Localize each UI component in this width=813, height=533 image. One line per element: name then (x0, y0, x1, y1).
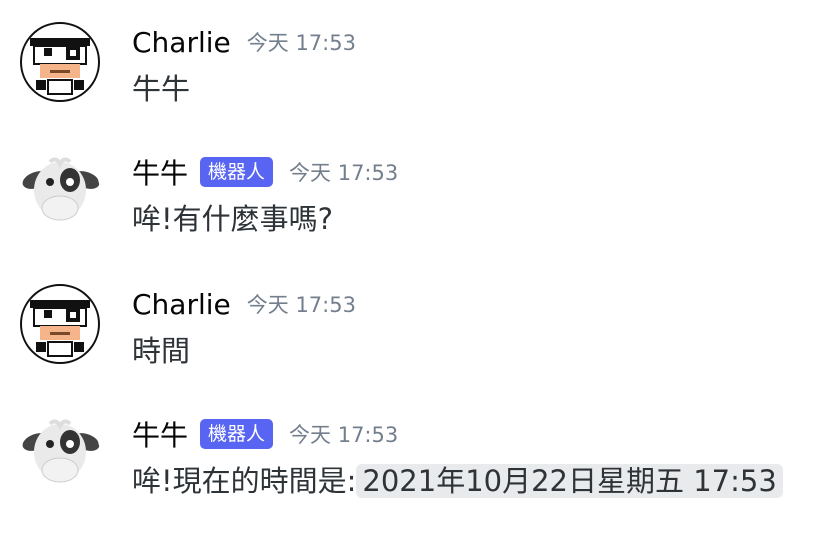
message-header: Charlie 今天 17:53 (132, 22, 356, 62)
message-content: 時間 (132, 334, 191, 368)
author-name[interactable]: 牛牛 (132, 152, 188, 192)
bot-avatar-icon[interactable] (20, 152, 100, 232)
bot-badge: 機器人 (200, 419, 274, 449)
timestamp: 今天 17:53 (246, 293, 356, 317)
inline-code: 2021年10月22日星期五 17:53 (356, 464, 783, 498)
timestamp: 今天 17:53 (246, 31, 356, 55)
bot-badge: 機器人 (200, 157, 274, 187)
message-header: Charlie 今天 17:53 (132, 284, 356, 324)
author-name[interactable]: Charlie (132, 26, 231, 59)
message-header: 牛牛 機器人 今天 17:53 (132, 152, 398, 192)
message-text: 哞!現在的時間是: (132, 464, 357, 498)
bot-avatar-icon[interactable] (20, 414, 100, 494)
message-content: 哞!有什麼事嗎? (132, 202, 334, 236)
user-avatar-icon[interactable] (20, 22, 100, 102)
user-avatar-icon[interactable] (20, 284, 100, 364)
timestamp: 今天 17:53 (289, 423, 399, 447)
author-name[interactable]: 牛牛 (132, 414, 188, 454)
message-content: 哞!現在的時間是: 2021年10月22日星期五 17:53 (132, 458, 783, 500)
author-name[interactable]: Charlie (132, 288, 231, 321)
timestamp: 今天 17:53 (289, 161, 399, 185)
message-header: 牛牛 機器人 今天 17:53 (132, 414, 398, 454)
message-content: 牛牛 (132, 72, 191, 106)
